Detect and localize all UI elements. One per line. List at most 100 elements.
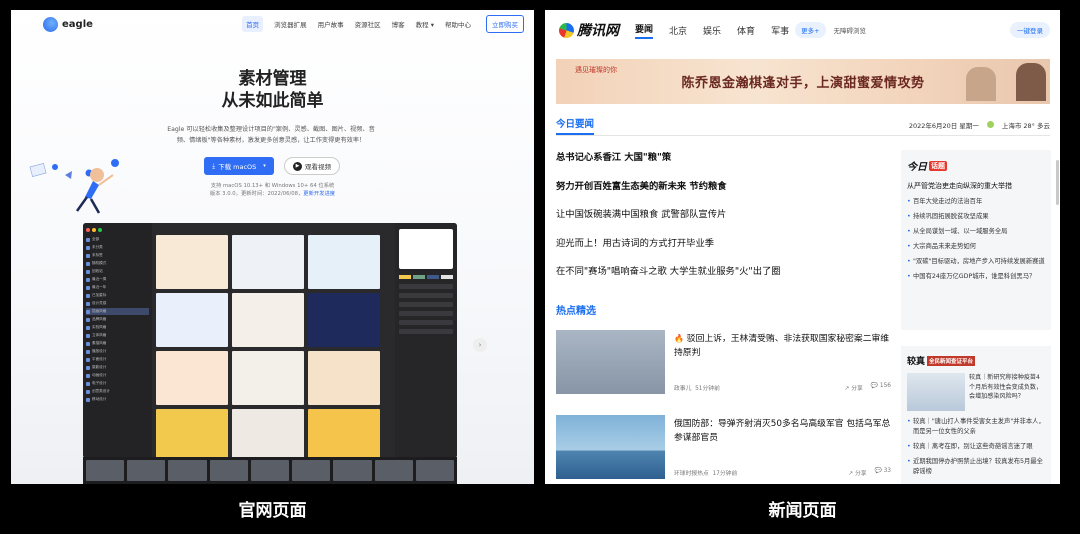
- headline-item[interactable]: 在不同"赛场"唱响奋斗之歌 大学生就业服务"火"出了圈: [556, 265, 891, 279]
- eagle-app-sidebar-item[interactable]: 实验风格: [86, 324, 149, 331]
- side-list-item[interactable]: 大宗商品未来走势如何: [907, 242, 1045, 252]
- eagle-nav-tutorial[interactable]: 教程 ▾: [416, 19, 434, 29]
- today-topic-lead[interactable]: 从严管党治吏走向纵深的重大举措: [907, 181, 1045, 191]
- fact-check-feature[interactable]: 较真｜新研究称接种疫苗4个月后有效性会变成负数，会增加感染风险吗？: [907, 373, 1045, 411]
- news-card-title[interactable]: 🔥 驳回上诉，王林清受贿、非法获取国家秘密案二审维持原判: [674, 332, 892, 360]
- chevron-right-icon[interactable]: ›: [473, 338, 487, 352]
- eagle-app-sidebar-label: 插画风格: [92, 309, 107, 313]
- strip-thumb[interactable]: [86, 460, 125, 481]
- news-logo[interactable]: 腾讯网: [559, 20, 619, 40]
- comment-button[interactable]: 💬 156: [871, 383, 891, 392]
- news-card[interactable]: 俄国防部：导弹齐射消灭50多名乌高级军官 包括乌军总参谋部官员 环球时报热点 1…: [556, 415, 891, 481]
- headline-item[interactable]: 总书记心系香江 大国"粮"策: [556, 151, 891, 165]
- eagle-nav-home[interactable]: 首页: [242, 16, 264, 32]
- tab-military[interactable]: 军事: [771, 24, 789, 37]
- headline-item[interactable]: 努力开创百姓富生态美的新未来 节约粮食: [556, 180, 891, 194]
- today-news-label[interactable]: 今日要闻: [556, 116, 595, 135]
- more-channels-button[interactable]: 更多+: [795, 22, 826, 38]
- eagle-app-sidebar-item[interactable]: 最近一周: [86, 276, 149, 283]
- fact-check-feature-image[interactable]: [907, 373, 965, 411]
- eagle-nav-blog[interactable]: 博客: [392, 19, 405, 29]
- eagle-buy-button[interactable]: 立即购买: [486, 15, 524, 33]
- side-list-item[interactable]: 较真｜"唐山打人事件受害女主发声"并非本人，而是另一位女性的父亲: [907, 417, 1045, 437]
- tab-top-news[interactable]: 要闻: [635, 22, 654, 39]
- eagle-app-sidebar-item[interactable]: 已加星标: [86, 292, 149, 299]
- fact-check-feature-text[interactable]: 较真｜新研究称接种疫苗4个月后有效性会变成负数，会增加感染风险吗？: [969, 373, 1045, 411]
- eagle-app-sidebar-item[interactable]: 动画设计: [86, 372, 149, 379]
- eagle-app-sidebar-item[interactable]: 全部: [86, 236, 149, 243]
- news-card[interactable]: 🔥 驳回上诉，王林清受贿、非法获取国家秘密案二审维持原判 政事儿 51分钟前 ↗…: [556, 330, 891, 396]
- strip-thumb[interactable]: [292, 460, 331, 481]
- inspector-field[interactable]: [399, 329, 453, 334]
- news-card-title[interactable]: 俄国防部：导弹齐射消灭50多名乌高级军官 包括乌军总参谋部官员: [674, 417, 892, 445]
- strip-thumb[interactable]: [250, 460, 290, 481]
- minimize-icon: [92, 228, 96, 232]
- eagle-app-sidebar-item[interactable]: 立体风格: [86, 332, 149, 339]
- comment-button[interactable]: 💬 33: [875, 468, 891, 477]
- news-logo-text: 腾讯网: [577, 23, 619, 39]
- accessibility-link[interactable]: 无障碍浏览: [834, 25, 867, 35]
- strip-thumb[interactable]: [209, 460, 248, 481]
- inspector-field[interactable]: [399, 284, 453, 289]
- folder-icon: [86, 309, 90, 314]
- eagle-app-sidebar-item[interactable]: 移动设计: [86, 396, 149, 403]
- scrollbar[interactable]: [1056, 160, 1059, 205]
- inspector-field[interactable]: [399, 302, 453, 307]
- side-list-item[interactable]: 中国有24座万亿GDP城市，谁是科创黑马？: [907, 272, 1045, 282]
- fact-check-list: 较真｜"唐山打人事件受害女主发声"并非本人，而是另一位女性的父亲较真｜离考在即，…: [907, 417, 1045, 477]
- eagle-app-sidebar-item[interactable]: 回收站: [86, 268, 149, 275]
- eagle-nav-community[interactable]: 资源社区: [355, 19, 381, 29]
- news-ad-banner[interactable]: 遇见璀璨的你 陈乔恩金瀚棋逢对手，上演甜蜜爱情攻势: [556, 59, 1050, 104]
- headline-item[interactable]: 让中国饭碗装满中国粮食 武警部队宣传片: [556, 208, 891, 222]
- side-list-item[interactable]: 百年大党走过的法治百年: [907, 197, 1045, 207]
- eagle-app-sidebar-item[interactable]: 设计灵感: [86, 300, 149, 307]
- side-list-item[interactable]: "双碳"目标驱动，房地产步入可持续发展新赛道: [907, 257, 1045, 267]
- eagle-nav-help[interactable]: 帮助中心: [445, 19, 471, 29]
- side-list-item[interactable]: 从全局谋划一域、以一域服务全局: [907, 227, 1045, 237]
- eagle-app-sidebar-item[interactable]: 摄影设计: [86, 364, 149, 371]
- inspector-field[interactable]: [399, 293, 453, 298]
- eagle-app-sidebar-label: 立体风格: [92, 333, 107, 337]
- strip-thumb[interactable]: [127, 460, 166, 481]
- eagle-video-button[interactable]: ▶ 观看视频: [284, 157, 340, 175]
- inspector-field[interactable]: [399, 311, 453, 316]
- share-button[interactable]: ↗ 分享: [848, 468, 866, 477]
- strip-thumb[interactable]: [374, 460, 413, 481]
- news-card-meta: 政事儿 51分钟前: [674, 383, 720, 392]
- news-card-image[interactable]: [556, 415, 665, 479]
- eagle-app-sidebar-item[interactable]: 插画风格: [86, 308, 149, 315]
- side-list-item[interactable]: 持续巩固拓展脱贫攻坚成果: [907, 212, 1045, 222]
- inspector-field[interactable]: [399, 320, 453, 325]
- eagle-app-sidebar-item[interactable]: 未标签: [86, 252, 149, 259]
- side-list-item[interactable]: 较真｜离考在即，别让这些奇葩谣言迷了眼: [907, 442, 1045, 452]
- strip-thumb[interactable]: [333, 460, 372, 481]
- eagle-nav-extension[interactable]: 浏览器扩展: [274, 19, 307, 29]
- eagle-app-sidebar-item[interactable]: 素描风格: [86, 340, 149, 347]
- strip-thumb[interactable]: [415, 460, 454, 481]
- eagle-app-sidebar-item[interactable]: 创意类设计: [86, 388, 149, 395]
- eagle-app-sidebar-item[interactable]: 最近一年: [86, 284, 149, 291]
- news-card-image[interactable]: [556, 330, 665, 394]
- eagle-app-sidebar-item[interactable]: 未分类: [86, 244, 149, 251]
- eagle-logo-text: eagle: [62, 18, 93, 30]
- eagle-nav-stories[interactable]: 用户故事: [318, 19, 344, 29]
- eagle-app-sidebar-item[interactable]: 平面设计: [86, 356, 149, 363]
- eagle-download-button[interactable]: ⤓ 下载 macOS ▾: [204, 157, 274, 175]
- eagle-app-sidebar-item[interactable]: 品牌风格: [86, 316, 149, 323]
- eagle-app-sidebar-item[interactable]: 随机模式: [86, 260, 149, 267]
- side-list-item[interactable]: 近期我国停办护照禁止出境？较真发布5月最全辟谣榜: [907, 457, 1045, 477]
- headline-item[interactable]: 迎光而上！用古诗词的方式打开毕业季: [556, 237, 891, 251]
- chevron-down-icon[interactable]: ▾: [263, 163, 266, 169]
- today-topic-panel: 今日 话题 从严管党治吏走向纵深的重大举措 百年大党走过的法治百年持续巩固拓展脱…: [901, 150, 1051, 330]
- tab-entertainment[interactable]: 娱乐: [703, 24, 721, 37]
- tab-sports[interactable]: 体育: [737, 24, 755, 37]
- eagle-logo[interactable]: eagle: [43, 16, 93, 32]
- strip-thumb[interactable]: [168, 460, 207, 481]
- one-click-login-button[interactable]: 一键登录: [1010, 22, 1050, 38]
- eagle-progress-link[interactable]: 更新开发进度: [303, 191, 335, 197]
- share-button[interactable]: ↗ 分享: [845, 383, 863, 392]
- eagle-app-sidebar-item[interactable]: 电子设计: [86, 380, 149, 387]
- tab-beijing[interactable]: 北京: [669, 24, 687, 37]
- thumbnail: [308, 351, 380, 405]
- eagle-app-sidebar-item[interactable]: 播放设计: [86, 348, 149, 355]
